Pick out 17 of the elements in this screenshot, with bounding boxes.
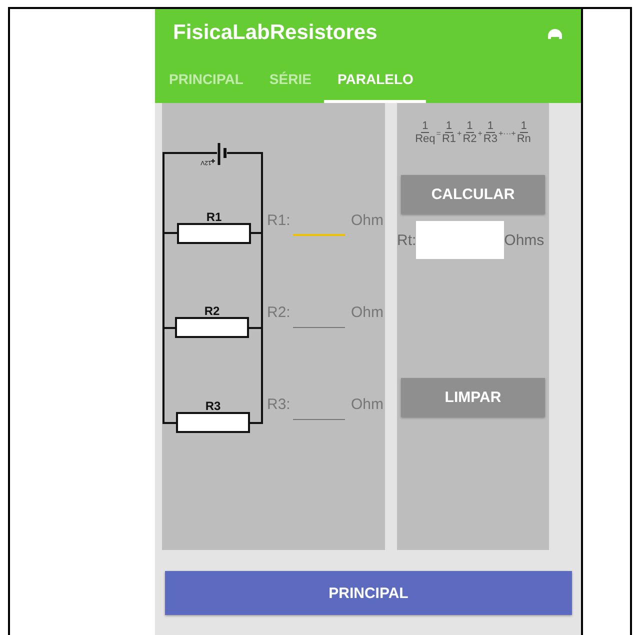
resistor-label: R2: <box>267 304 292 323</box>
unit-label: Ohms <box>504 232 544 248</box>
principal-button[interactable]: PRINCIPAL <box>165 571 572 615</box>
result-label: Rt: <box>397 232 416 248</box>
resistor-label: R3 <box>205 399 221 413</box>
unit-label: Ohm <box>351 396 384 415</box>
unit-label: Ohm <box>351 212 384 231</box>
dome-icon[interactable] <box>547 27 563 39</box>
clear-button[interactable]: LIMPAR <box>401 378 545 417</box>
calculate-button[interactable]: CALCULAR <box>401 175 545 214</box>
resistor-label: R1: <box>267 212 292 231</box>
resistor-label: R2 <box>204 304 220 318</box>
app-title: FisicaLabResistores <box>173 21 378 45</box>
resistor-label: R1 <box>206 210 222 224</box>
result-field[interactable] <box>416 221 504 259</box>
resistor-label: R3: <box>267 396 292 415</box>
unit-label: Ohm <box>351 304 384 323</box>
